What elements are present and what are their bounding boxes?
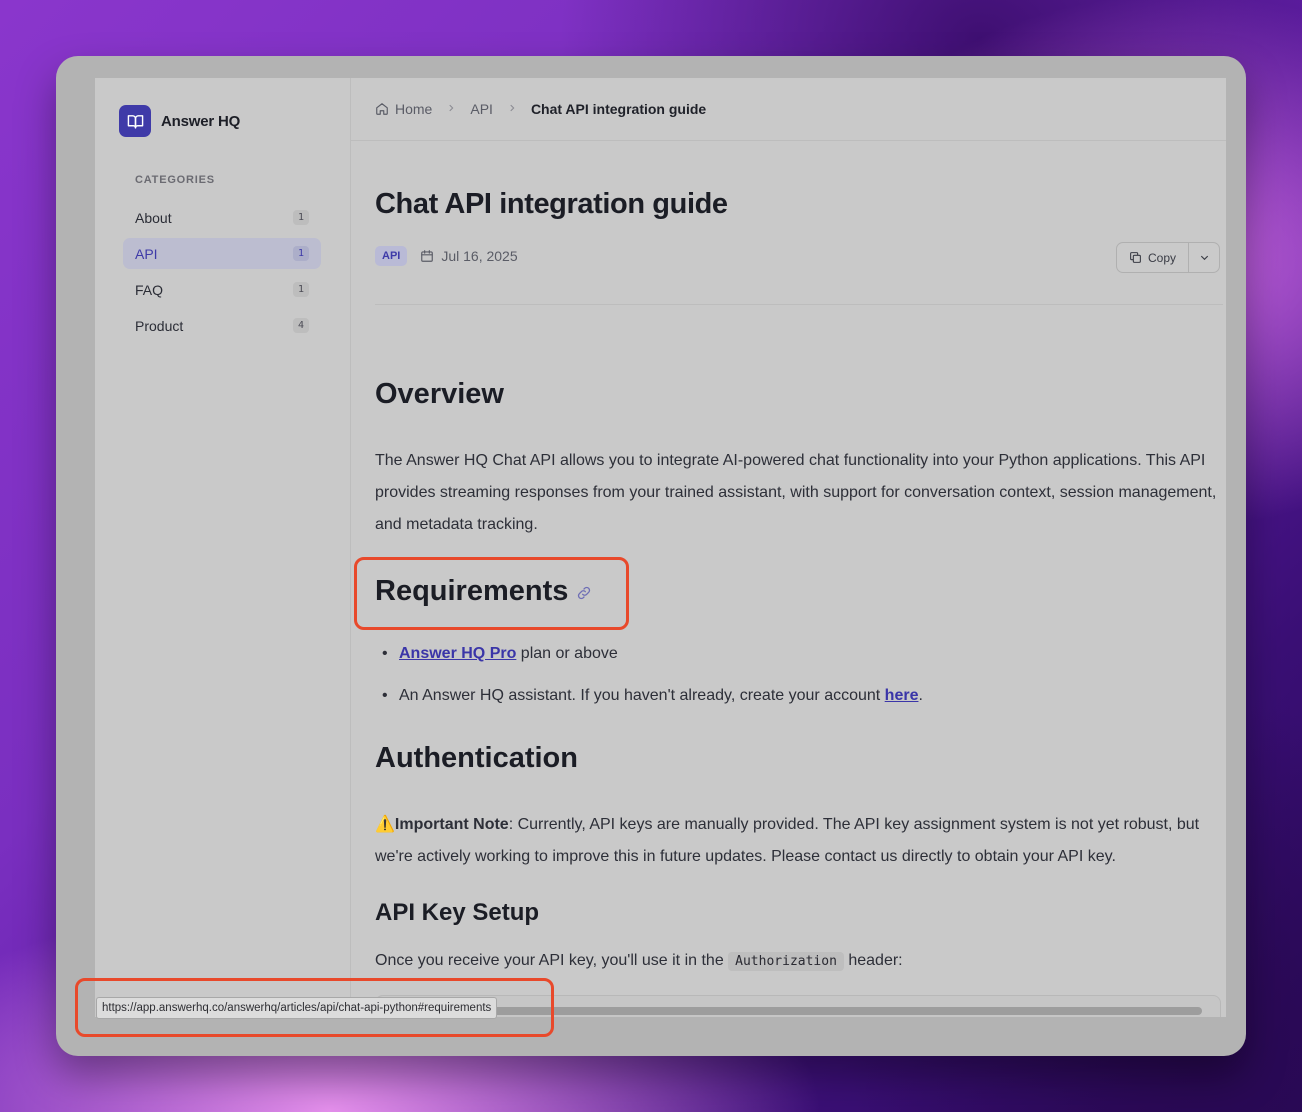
sidebar-item-label: API [135, 245, 158, 262]
note-label: Important Note [394, 816, 509, 833]
status-bar-url: https://app.answerhq.co/answerhq/article… [96, 997, 498, 1019]
item-count-badge: 1 [293, 246, 309, 261]
app-window: Answer HQ CATEGORIES About 1 API 1 FAQ 1… [95, 78, 1226, 1017]
apikey-text-before: Once you receive your API key, you'll us… [375, 952, 729, 969]
article-date: Jul 16, 2025 [420, 248, 518, 264]
chevron-right-icon [446, 102, 456, 116]
article-meta: API Jul 16, 2025 [375, 246, 518, 266]
list-item: Answer HQ Pro plan or above [375, 641, 923, 683]
sidebar: Answer HQ CATEGORIES About 1 API 1 FAQ 1… [95, 78, 351, 1017]
authentication-heading: Authentication [375, 742, 578, 774]
book-open-icon [119, 105, 151, 137]
breadcrumb: Home API Chat API integration guide [351, 78, 1226, 141]
copy-icon [1130, 252, 1141, 263]
sidebar-item-product[interactable]: Product 4 [123, 310, 321, 341]
item-count-badge: 1 [293, 210, 309, 225]
item-count-badge: 4 [293, 318, 309, 333]
answer-hq-pro-link[interactable]: Answer HQ Pro [399, 645, 516, 662]
brand-name: Answer HQ [161, 112, 241, 130]
copy-button[interactable]: Copy [1117, 243, 1190, 272]
date-text: Jul 16, 2025 [441, 248, 518, 264]
overview-paragraph: The Answer HQ Chat API allows you to int… [375, 452, 1217, 533]
copy-label: Copy [1148, 250, 1177, 265]
category-tag[interactable]: API [375, 246, 408, 266]
calendar-icon [421, 250, 434, 262]
create-account-link[interactable]: here [885, 687, 919, 704]
home-icon [375, 102, 389, 116]
page-title: Chat API integration guide [375, 188, 728, 220]
api-key-setup-heading: API Key Setup [375, 899, 540, 926]
brand[interactable]: Answer HQ [119, 105, 240, 137]
breadcrumb-home[interactable]: Home [375, 101, 432, 117]
requirements-list: Answer HQ Pro plan or above An Answer HQ… [375, 641, 923, 725]
requirements-heading: Requirements [375, 575, 592, 609]
api-key-paragraph: Once you receive your API key, you'll us… [375, 945, 1221, 978]
item-count-badge: 1 [293, 282, 309, 297]
sidebar-item-about[interactable]: About 1 [123, 202, 321, 233]
req2-text: An Answer HQ assistant. If you haven't a… [399, 687, 885, 704]
important-note: ⚠️Important Note: Currently, API keys ar… [375, 809, 1221, 873]
chevron-right-icon [507, 102, 517, 116]
req1-text: plan or above [516, 645, 618, 662]
anchor-link-icon[interactable] [576, 576, 592, 609]
breadcrumb-home-label: Home [395, 101, 433, 117]
categories-heading: CATEGORIES [135, 174, 215, 186]
list-item: An Answer HQ assistant. If you haven't a… [375, 683, 923, 725]
warning-icon: ⚠️ [375, 816, 395, 833]
apikey-text-after: header: [843, 952, 903, 969]
sidebar-item-api[interactable]: API 1 [123, 238, 321, 269]
sidebar-item-label: Product [135, 317, 184, 334]
main-content: Home API Chat API integration guide Chat… [351, 78, 1226, 1017]
chevron-down-icon [1200, 255, 1208, 261]
divider [375, 304, 1223, 305]
copy-button-group: Copy [1116, 242, 1221, 273]
copy-options-dropdown[interactable] [1189, 243, 1219, 272]
authorization-code: Authorization [728, 952, 844, 971]
overview-heading: Overview [375, 378, 504, 410]
sidebar-item-label: FAQ [135, 281, 164, 298]
breadcrumb-current: Chat API integration guide [530, 101, 707, 117]
requirements-heading-text: Requirements [375, 575, 569, 607]
breadcrumb-section[interactable]: API [470, 101, 493, 117]
sidebar-item-faq[interactable]: FAQ 1 [123, 274, 321, 305]
req2-end: . [918, 687, 923, 704]
sidebar-item-label: About [135, 209, 172, 226]
category-nav: About 1 API 1 FAQ 1 Product 4 [123, 202, 321, 346]
